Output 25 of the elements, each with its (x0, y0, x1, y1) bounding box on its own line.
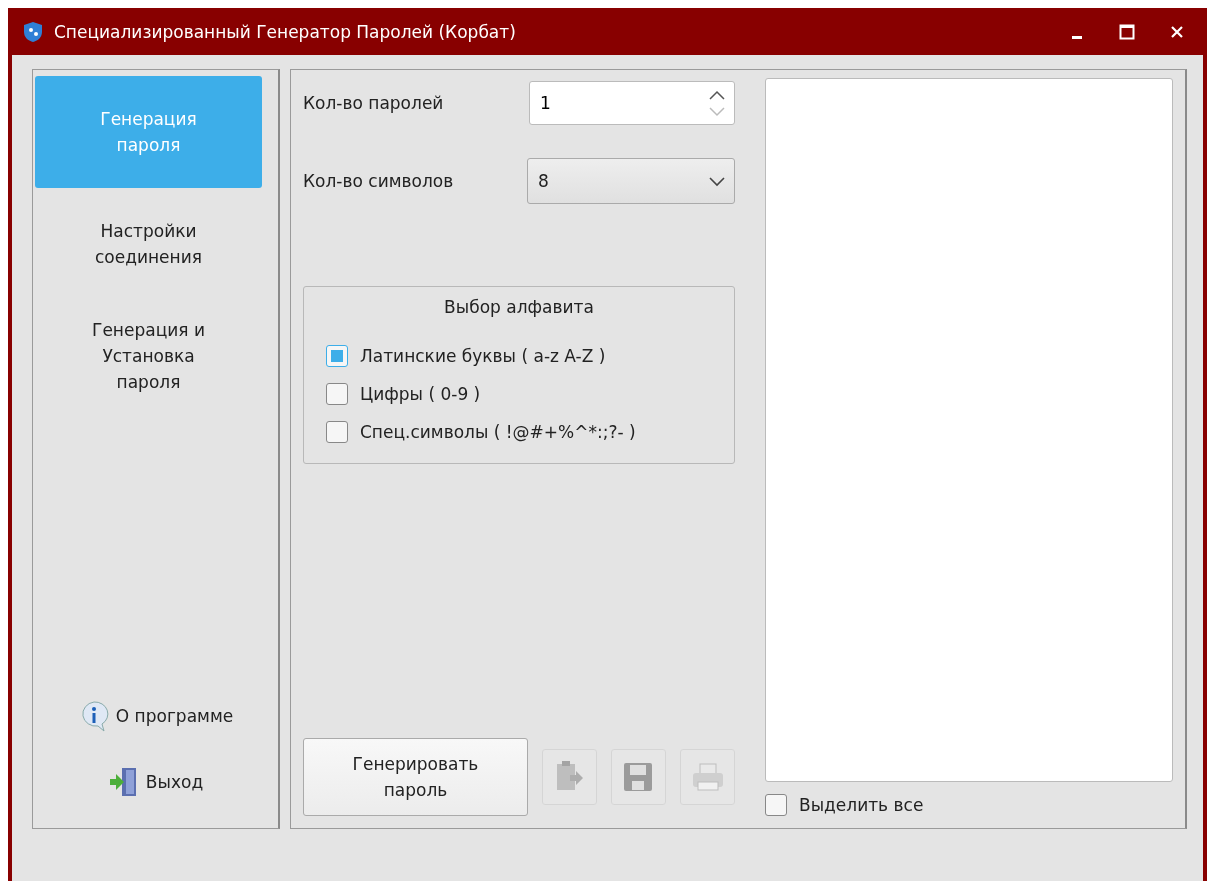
caret-icon (708, 175, 726, 187)
field-label: Кол-во паролей (303, 93, 444, 113)
about-button[interactable]: О программе (77, 700, 234, 732)
checkbox[interactable] (326, 345, 348, 367)
checkbox-label: Цифры ( 0-9 ) (360, 384, 481, 404)
exit-button[interactable]: Выход (107, 766, 204, 798)
checkbox[interactable] (765, 794, 787, 816)
printer-icon (690, 762, 725, 792)
group-title: Выбор алфавита (444, 297, 594, 317)
checkbox-label: Латинские буквы ( a-z A-Z ) (360, 346, 606, 366)
sidebar-item[interactable]: Генерация и Установка пароля (35, 300, 262, 412)
checkbox-label: Выделить все (799, 795, 924, 815)
shield-icon (22, 20, 44, 43)
maximize-icon (1119, 23, 1135, 40)
close-icon (1170, 24, 1184, 39)
generate-button[interactable]: Генерировать пароль (303, 738, 528, 816)
minimize-icon (1072, 36, 1082, 39)
symbol-count-dropdown[interactable]: 8 (527, 158, 735, 204)
checkbox-label: Спец.символы ( !@#+%^*:;?- ) (360, 422, 636, 442)
field-label: Кол-во символов (303, 171, 454, 191)
sidebar-item[interactable]: Настройки соединения (35, 188, 262, 300)
checkbox[interactable] (326, 421, 348, 443)
window-title: Специализированный Генератор Паролей (Корбат) (54, 21, 517, 42)
password-count-spinbox[interactable]: 1 (529, 81, 735, 125)
checkbox[interactable] (326, 383, 348, 405)
